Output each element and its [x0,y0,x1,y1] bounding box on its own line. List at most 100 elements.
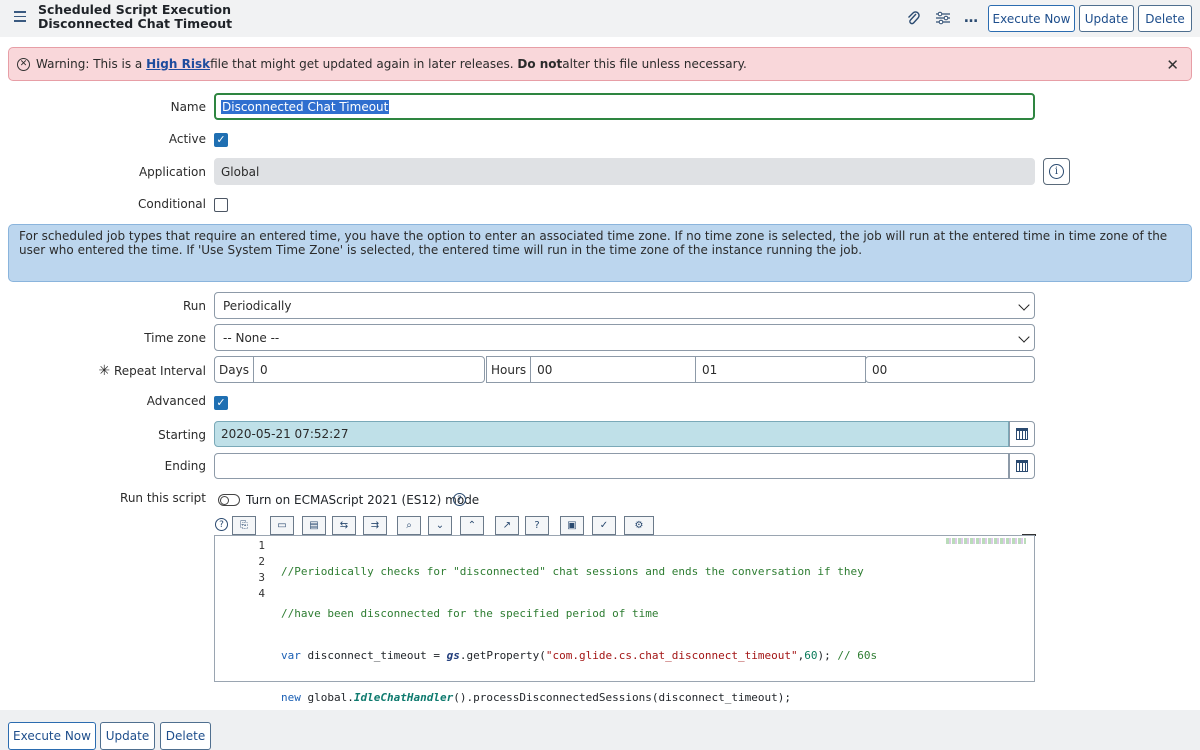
chevron-down-icon[interactable]: ⌄ [428,516,452,535]
run-label: Run [182,299,206,313]
days-value: 0 [259,362,268,377]
run-value: Periodically [223,298,292,313]
error-circle-icon: ✕ [17,57,30,71]
document-icon[interactable]: ▤ [302,516,326,535]
line-number: 1 [258,539,265,552]
repeat-interval-text: Repeat Interval [113,364,206,378]
search-icon[interactable]: ⌕ [397,516,421,535]
script-editor[interactable]: 1 2 3 4 //Periodically checks for "disco… [214,535,1035,704]
warning-prefix: Warning: This is a [36,57,143,71]
code-text: ); [817,649,838,662]
hours-field[interactable]: Hours 00 [486,356,696,383]
settings-gear-icon[interactable]: ⚙ [624,516,654,535]
warning-bold: Do not [517,57,563,71]
starting-label: Starting [158,428,206,442]
code-class: IdleChatHandler [353,691,454,704]
code-line-3: var disconnect_timeout = gs.getProperty(… [281,648,877,664]
hours-label: Hours [491,357,532,382]
mandatory-asterisk-icon: ✳ [98,363,111,379]
active-checkbox[interactable]: ✓ [214,133,228,147]
chevron-down-icon [1018,331,1030,343]
ending-calendar-button[interactable] [1009,453,1035,479]
form-title-type: Scheduled Script Execution [38,2,231,17]
line-number: 3 [258,571,265,584]
application-value: Global [221,164,260,179]
code-text: disconnect_timeout = [300,649,447,662]
replace-icon[interactable]: ⇆ [332,516,356,535]
calendar-icon [1016,428,1028,440]
advanced-checkbox[interactable]: ✓ [214,396,228,410]
starting-field[interactable]: 2020-05-21 07:52:27 [214,421,1009,447]
starting-value: 2020-05-21 07:52:27 [221,427,349,441]
help-icon[interactable]: ? [453,493,466,506]
form-header: Scheduled Script Execution Disconnected … [0,0,1200,37]
debug-icon[interactable]: ✓ [592,516,616,535]
hamburger-menu-icon[interactable] [14,11,26,23]
minutes-field[interactable]: 01 [695,356,866,383]
delete-button[interactable]: Delete [1138,5,1192,32]
minutes-value: 01 [702,362,718,377]
run-select[interactable]: Periodically [214,292,1035,319]
high-risk-link[interactable]: High Risk [146,57,210,71]
line-number: 2 [258,555,265,568]
footer-delete-button[interactable]: Delete [160,722,211,750]
timezone-label: Time zone [144,331,206,345]
application-label: Application [138,165,206,179]
replace-all-icon[interactable]: ⇉ [363,516,387,535]
name-field[interactable]: Disconnected Chat Timeout [214,93,1035,120]
active-label: Active [168,132,206,146]
code-comment: // 60s [837,649,878,662]
form-title-record: Disconnected Chat Timeout [38,16,233,31]
code-identifier: gs [446,649,460,662]
seconds-field[interactable]: 00 [865,356,1035,383]
days-field[interactable]: Days 0 [214,356,485,383]
calendar-icon [1016,460,1028,472]
advanced-label: Advanced [146,394,206,408]
line-number-gutter: 1 2 3 4 [215,538,265,602]
application-info-button[interactable]: i [1043,158,1070,185]
editor-minimap [946,538,1026,544]
code-number: 60 [804,649,818,662]
repeat-interval-label: ✳ Repeat Interval [98,363,206,379]
timezone-info-panel: For scheduled job types that require an … [8,224,1192,282]
chevron-up-icon[interactable]: ⌃ [460,516,484,535]
info-icon: i [1049,164,1064,179]
application-field: Global [214,158,1035,185]
conditional-checkbox[interactable] [214,198,228,212]
form-title: Scheduled Script Execution Disconnected … [38,3,232,31]
save-icon[interactable]: ▣ [560,516,584,535]
fullscreen-icon[interactable]: ↗ [495,516,519,535]
timezone-value: -- None -- [223,330,280,345]
code-line-1: //Periodically checks for "disconnected"… [281,565,864,578]
update-button[interactable]: Update [1079,5,1134,32]
footer-update-button[interactable]: Update [100,722,155,750]
warning-suffix: alter this file unless necessary. [562,57,747,71]
script-help-icon[interactable]: ? [525,516,549,535]
more-options-icon[interactable]: … [962,9,980,27]
starting-calendar-button[interactable] [1009,421,1035,447]
code-line-2: //have been disconnected for the specifi… [281,607,659,620]
line-number: 4 [258,587,265,600]
ending-field[interactable] [214,453,1009,479]
help-icon[interactable]: ? [215,518,228,531]
code-text: .getProperty( [459,649,546,662]
code-line-4: new global.IdleChatHandler().processDisc… [281,690,877,706]
timezone-select[interactable]: -- None -- [214,324,1035,351]
seconds-value: 00 [872,362,888,377]
warning-middle: file that might get updated again in lat… [210,57,514,71]
footer-execute-now-button[interactable]: Execute Now [8,722,96,750]
ending-label: Ending [164,459,206,473]
es12-label: Turn on ECMAScript 2021 (ES12) mode [246,493,480,507]
settings-sliders-icon[interactable] [934,9,952,27]
code-text: ().processDisconnectedSessions(disconnec… [453,691,791,704]
es12-toggle[interactable] [218,494,240,506]
close-icon[interactable]: ✕ [1166,56,1179,74]
run-script-label: Run this script [120,491,206,505]
comment-icon[interactable]: ▭ [270,516,294,535]
paperclip-icon[interactable] [904,9,922,27]
conditional-label: Conditional [138,197,206,211]
format-code-icon[interactable]: ⎘ [232,516,256,535]
execute-now-button[interactable]: Execute Now [988,5,1075,32]
code-text: global. [300,691,354,704]
name-label: Name [170,100,206,114]
